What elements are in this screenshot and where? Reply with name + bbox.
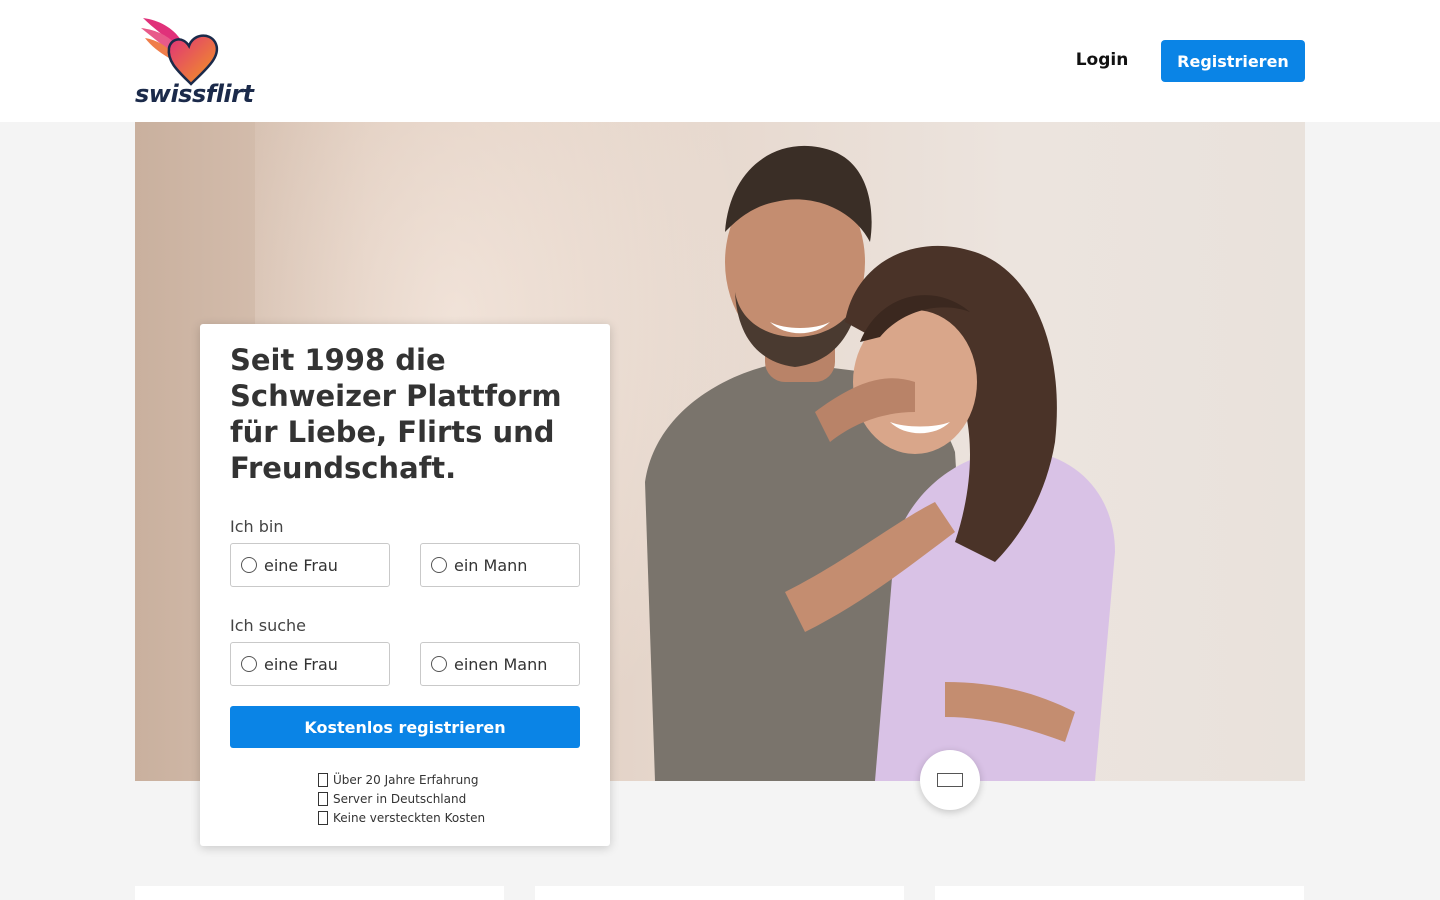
option-label: einen Mann — [454, 654, 548, 674]
radio-icon[interactable] — [431, 557, 447, 573]
i-am-man-option[interactable]: ein Mann — [420, 543, 580, 587]
feature-item: Keine versteckten Kosten — [318, 808, 485, 827]
register-button[interactable]: Registrieren — [1161, 40, 1305, 82]
feature-text: Keine versteckten Kosten — [333, 810, 486, 825]
info-card — [535, 886, 904, 900]
feature-list: Über 20 Jahre Erfahrung Server in Deutsc… — [318, 770, 485, 827]
couple-photo — [645, 145, 1115, 781]
free-register-button[interactable]: Kostenlos registrieren — [230, 706, 580, 748]
brand-name: swissflirt — [135, 80, 254, 108]
radio-icon[interactable] — [241, 557, 257, 573]
check-icon — [318, 810, 328, 825]
check-icon — [318, 772, 328, 787]
scroll-down-icon — [937, 773, 963, 787]
info-card — [135, 886, 504, 900]
option-label: eine Frau — [264, 555, 338, 575]
i-am-label: Ich bin — [230, 517, 284, 536]
winged-heart-icon — [141, 18, 219, 86]
seeking-man-option[interactable]: einen Mann — [420, 642, 580, 686]
feature-item: Über 20 Jahre Erfahrung — [318, 770, 485, 789]
seeking-label: Ich suche — [230, 616, 306, 635]
site-header: swissflirt Login Registrieren — [0, 0, 1440, 122]
radio-icon[interactable] — [241, 656, 257, 672]
feature-item: Server in Deutschland — [318, 789, 485, 808]
radio-icon[interactable] — [431, 656, 447, 672]
seeking-woman-option[interactable]: eine Frau — [230, 642, 390, 686]
feature-text: Server in Deutschland — [333, 791, 467, 806]
option-label: ein Mann — [454, 555, 528, 575]
registration-card: Seit 1998 die Schweizer Plattform für Li… — [200, 324, 610, 846]
option-label: eine Frau — [264, 654, 338, 674]
login-link[interactable]: Login — [1066, 40, 1138, 80]
headline: Seit 1998 die Schweizer Plattform für Li… — [230, 343, 562, 485]
check-icon — [318, 791, 328, 806]
logo[interactable]: swissflirt — [135, 14, 254, 110]
feature-text: Über 20 Jahre Erfahrung — [333, 772, 479, 787]
info-card — [935, 886, 1304, 900]
i-am-woman-option[interactable]: eine Frau — [230, 543, 390, 587]
scroll-down-button[interactable] — [920, 750, 980, 810]
